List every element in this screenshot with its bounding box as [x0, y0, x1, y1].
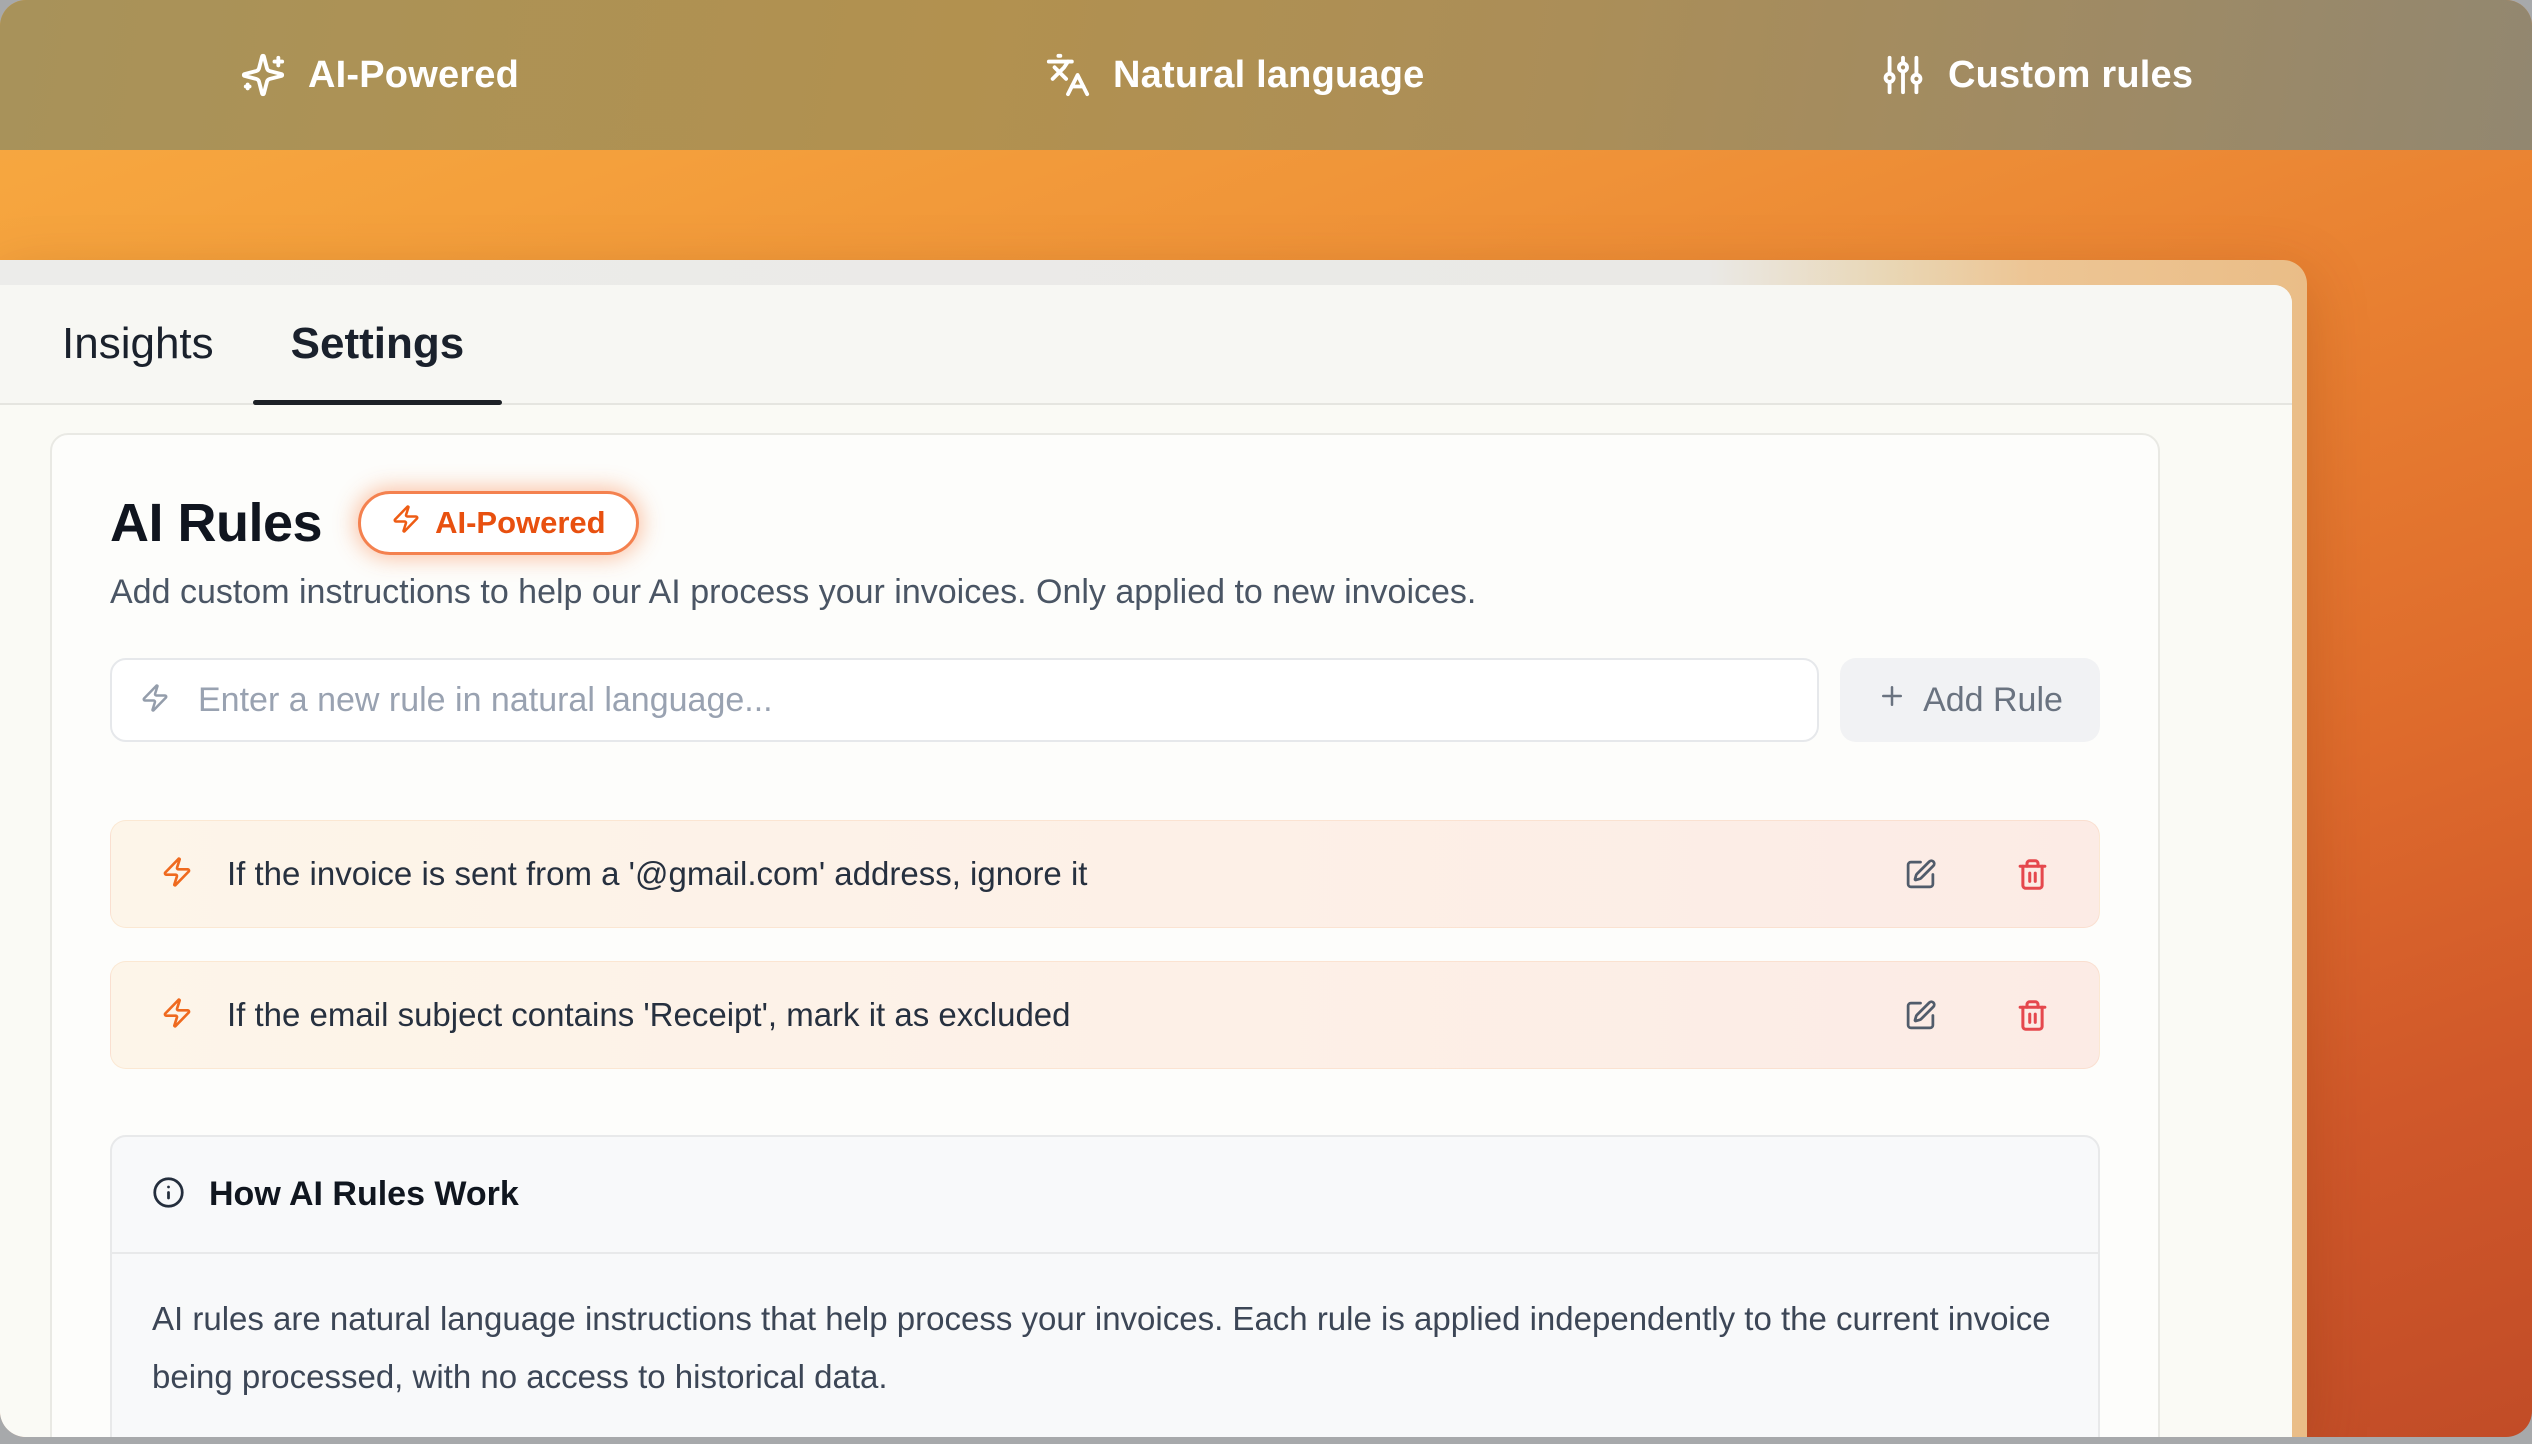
rules-list: If the invoice is sent from a '@gmail.co…: [110, 820, 2100, 1069]
new-rule-input[interactable]: Enter a new rule in natural language...: [110, 658, 1819, 742]
info-icon: [152, 1176, 185, 1214]
edit-icon: [1904, 999, 1937, 1032]
zap-icon: [161, 856, 193, 893]
active-tab-indicator: [253, 400, 503, 405]
rule-text: If the invoice is sent from a '@gmail.co…: [227, 855, 1870, 893]
feature-label: Custom rules: [1948, 54, 2193, 97]
card-description: Add custom instructions to help our AI p…: [110, 573, 2100, 612]
delete-rule-button[interactable]: [2016, 999, 2049, 1032]
settings-panel: AI Rules AI-Powered Add custom instructi…: [0, 405, 2292, 1437]
add-rule-label: Add Rule: [1923, 681, 2063, 720]
rule-text: If the email subject contains 'Receipt',…: [227, 996, 1870, 1034]
feature-ai-powered: AI-Powered: [240, 0, 519, 150]
edit-icon: [1904, 858, 1937, 891]
delete-rule-button[interactable]: [2016, 858, 2049, 891]
zap-icon: [391, 504, 421, 542]
how-ai-rules-work-box: How AI Rules Work AI rules are natural l…: [110, 1135, 2100, 1437]
zap-icon: [140, 683, 170, 718]
tab-bar: Insights Settings: [0, 285, 2292, 405]
app-window: Insights Settings AI Rules: [0, 260, 2307, 1437]
tab-label: Insights: [62, 319, 214, 369]
feature-custom-rules: Custom rules: [1880, 0, 2193, 150]
tab-settings[interactable]: Settings: [253, 285, 503, 403]
input-placeholder: Enter a new rule in natural language...: [198, 681, 773, 720]
sliders-icon: [1880, 52, 1926, 98]
ai-powered-badge: AI-Powered: [358, 491, 639, 555]
edit-rule-button[interactable]: [1904, 858, 1937, 891]
edit-rule-button[interactable]: [1904, 999, 1937, 1032]
languages-icon: [1045, 52, 1091, 98]
feature-banner: AI-Powered Natural language Custom rules: [0, 0, 2532, 150]
rule-item: If the invoice is sent from a '@gmail.co…: [110, 820, 2100, 928]
info-box-header: How AI Rules Work: [112, 1137, 2098, 1254]
screenshot-frame: AI-Powered Natural language Custom rules: [0, 0, 2532, 1437]
tab-label: Settings: [291, 319, 465, 369]
feature-label: AI-Powered: [308, 54, 519, 97]
card-title: AI Rules: [110, 492, 322, 554]
rule-item: If the email subject contains 'Receipt',…: [110, 961, 2100, 1069]
sparkles-icon: [240, 52, 286, 98]
badge-label: AI-Powered: [435, 505, 606, 541]
feature-label: Natural language: [1113, 54, 1425, 97]
plus-icon: [1877, 681, 1907, 720]
zap-icon: [161, 997, 193, 1034]
add-rule-button[interactable]: Add Rule: [1840, 658, 2100, 742]
trash-icon: [2016, 999, 2049, 1032]
info-box-body: AI rules are natural language instructio…: [112, 1254, 2098, 1437]
app-window-content: Insights Settings AI Rules: [0, 285, 2292, 1437]
ai-rules-card: AI Rules AI-Powered Add custom instructi…: [50, 433, 2160, 1437]
new-rule-row: Enter a new rule in natural language... …: [110, 658, 2100, 742]
info-box-title: How AI Rules Work: [209, 1175, 519, 1214]
feature-natural-language: Natural language: [1045, 0, 1425, 150]
card-header: AI Rules AI-Powered: [110, 491, 2100, 555]
trash-icon: [2016, 858, 2049, 891]
tab-insights[interactable]: Insights: [62, 285, 214, 403]
